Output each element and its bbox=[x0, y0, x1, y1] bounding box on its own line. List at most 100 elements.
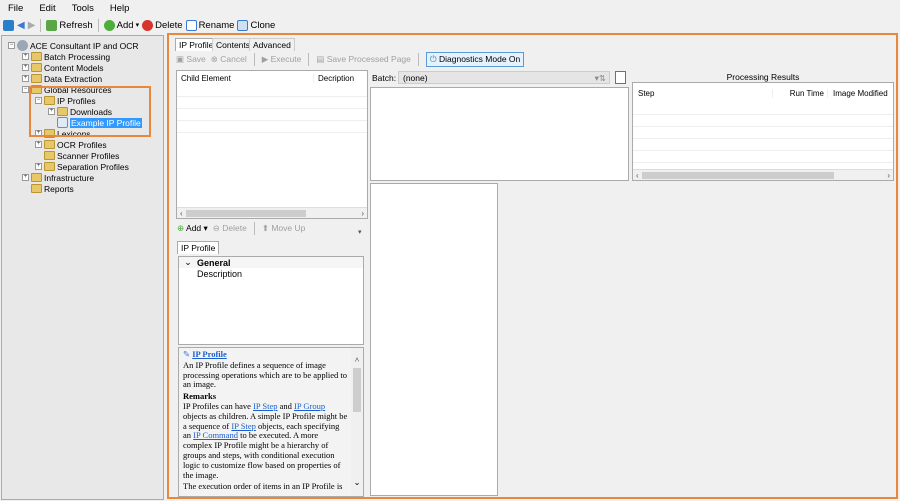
property-grid: ⌄ General Description bbox=[178, 256, 364, 345]
tree-label: ACE Consultant IP and OCR bbox=[30, 40, 139, 51]
folder-icon bbox=[44, 151, 55, 160]
back-icon[interactable]: ◀ bbox=[17, 20, 25, 31]
folder-icon bbox=[31, 74, 42, 83]
document-info-icon[interactable] bbox=[615, 71, 626, 84]
menu-bar: File Edit Tools Help bbox=[0, 0, 900, 16]
power-icon: ⏻ bbox=[429, 54, 437, 64]
tree-item-content-models[interactable]: + Content Models bbox=[22, 62, 104, 73]
ip-step-link[interactable]: IP Step bbox=[231, 421, 255, 431]
batch-value: (none) bbox=[403, 73, 428, 83]
add-label: Add bbox=[116, 19, 134, 31]
property-label: Description bbox=[197, 268, 243, 279]
column-header-step[interactable]: Step bbox=[633, 88, 773, 98]
column-header-child-element[interactable]: Child Element bbox=[177, 73, 314, 83]
batch-label: Batch: bbox=[372, 73, 397, 83]
tab-contents[interactable]: Contents bbox=[212, 38, 255, 51]
menu-help[interactable]: Help bbox=[110, 3, 130, 14]
tree-label: Content Models bbox=[44, 62, 104, 73]
ip-group-link[interactable]: IP Group bbox=[294, 401, 325, 411]
toggle-panel-icon[interactable] bbox=[3, 19, 14, 31]
folder-icon bbox=[31, 63, 42, 72]
processing-results-title: Processing Results bbox=[726, 72, 800, 82]
execute-button[interactable]: ▶ Execute bbox=[262, 54, 302, 65]
tab-prop-ip-profile[interactable]: IP Profile bbox=[177, 241, 220, 254]
horizontal-scrollbar[interactable]: ‹ › bbox=[633, 169, 893, 180]
rename-button[interactable]: Rename bbox=[185, 19, 235, 31]
child-delete-button[interactable]: ⊖ Delete bbox=[213, 223, 247, 234]
save-label: Save bbox=[186, 54, 206, 64]
rename-icon bbox=[185, 19, 197, 31]
menu-tools[interactable]: Tools bbox=[72, 3, 94, 14]
diagnostics-mode-button[interactable]: ⏻ Diagnostics Mode On bbox=[425, 52, 525, 67]
add-label: Add bbox=[186, 223, 202, 233]
horizontal-scrollbar[interactable]: ‹ › bbox=[177, 207, 367, 218]
tree-item-infrastructure[interactable]: + Infrastructure bbox=[22, 172, 94, 183]
child-add-button[interactable]: ⊕ Add ▾ bbox=[177, 223, 208, 234]
property-row-description[interactable]: Description bbox=[179, 268, 363, 279]
tree-label: Separation Profiles bbox=[57, 161, 129, 172]
tree-label: Scanner Profiles bbox=[57, 150, 120, 161]
tab-advanced[interactable]: Advanced bbox=[249, 38, 295, 51]
move-up-label: Move Up bbox=[271, 223, 306, 233]
delete-label: Delete bbox=[222, 223, 247, 233]
tree-item-data-extraction[interactable]: + Data Extraction bbox=[22, 73, 102, 84]
menu-edit[interactable]: Edit bbox=[39, 3, 55, 14]
column-header-description[interactable]: Decription bbox=[314, 74, 354, 83]
folder-icon bbox=[31, 173, 42, 182]
profile-icon: ✎ bbox=[183, 349, 191, 359]
ip-step-link[interactable]: IP Step bbox=[253, 401, 277, 411]
tree-label: Data Extraction bbox=[44, 73, 103, 84]
help-scrollbar[interactable]: ^ ⌄ bbox=[351, 348, 363, 496]
delete-icon bbox=[142, 19, 154, 31]
collapse-icon: ⌄ bbox=[184, 257, 192, 267]
refresh-label: Refresh bbox=[59, 19, 93, 31]
clone-label: Clone bbox=[250, 19, 276, 31]
server-icon bbox=[17, 40, 28, 51]
tree-item-ocr-profiles[interactable]: + OCR Profiles bbox=[35, 139, 107, 150]
help-paragraph: IP Profiles can have IP Step and IP Grou… bbox=[183, 400, 348, 480]
save-processed-label: Save Processed Page bbox=[326, 54, 411, 64]
help-intro: An IP Profile defines a sequence of imag… bbox=[183, 359, 348, 390]
profile-toolbar: ▣ Save ⊗ Cancel ▶ Execute ▤ Save Process… bbox=[176, 52, 525, 67]
forward-icon[interactable]: ▶ bbox=[28, 20, 36, 31]
folder-icon bbox=[31, 52, 42, 61]
delete-label: Delete bbox=[155, 19, 183, 31]
move-up-button[interactable]: ⬆ Move Up bbox=[262, 223, 306, 234]
property-category[interactable]: ⌄ General bbox=[179, 257, 363, 268]
tab-ip-profile[interactable]: IP Profile bbox=[175, 38, 218, 51]
rename-label: Rename bbox=[198, 19, 235, 31]
tree-root[interactable]: − ACE Consultant IP and OCR bbox=[8, 40, 139, 51]
clone-button[interactable]: Clone bbox=[237, 19, 276, 31]
tree-label: OCR Profiles bbox=[57, 139, 107, 150]
refresh-icon bbox=[46, 19, 58, 31]
column-header-image-modified[interactable]: Image Modified bbox=[828, 89, 888, 98]
execute-label: Execute bbox=[270, 54, 302, 64]
processing-results-grid: Step Run Time Image Modified ‹ › bbox=[632, 82, 894, 181]
cancel-label: Cancel bbox=[220, 54, 247, 64]
delete-button[interactable]: Delete bbox=[142, 19, 183, 31]
batch-select[interactable]: (none) ▾⇅ bbox=[398, 71, 610, 84]
child-element-grid: Child Element Decription ‹ › bbox=[176, 70, 368, 219]
overflow-icon[interactable]: ▾ bbox=[358, 228, 362, 236]
save-button[interactable]: ▣ Save bbox=[176, 54, 206, 65]
tree-item-scanner-profiles[interactable]: Scanner Profiles bbox=[44, 150, 119, 161]
refresh-button[interactable]: Refresh bbox=[46, 19, 93, 31]
add-button[interactable]: Add ▾ bbox=[103, 19, 139, 31]
image-preview bbox=[370, 87, 629, 181]
tree-item-batch-processing[interactable]: + Batch Processing bbox=[22, 51, 110, 62]
tree-label: Batch Processing bbox=[44, 51, 111, 62]
cancel-button[interactable]: ⊗ Cancel bbox=[211, 54, 247, 65]
tree-label: Reports bbox=[44, 183, 74, 194]
ip-command-link[interactable]: IP Command bbox=[193, 430, 238, 440]
help-title-link[interactable]: IP Profile bbox=[192, 349, 227, 359]
diagnostics-label: Diagnostics Mode On bbox=[438, 54, 521, 64]
menu-file[interactable]: File bbox=[8, 3, 23, 14]
tree-item-reports[interactable]: Reports bbox=[31, 183, 74, 194]
tree-item-separation-profiles[interactable]: + Separation Profiles bbox=[35, 161, 129, 172]
folder-icon bbox=[31, 184, 42, 193]
highlight-box bbox=[29, 86, 151, 137]
child-toolbar: ⊕ Add ▾ ⊖ Delete ⬆ Move Up bbox=[177, 222, 305, 235]
column-header-run-time[interactable]: Run Time bbox=[773, 88, 828, 98]
save-processed-page-button[interactable]: ▤ Save Processed Page bbox=[316, 54, 411, 65]
filter-icon: ▾⇅ bbox=[594, 73, 606, 83]
